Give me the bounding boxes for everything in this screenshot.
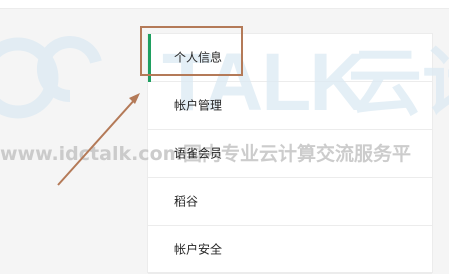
arrow-head-icon xyxy=(129,93,140,104)
menu-item-rice[interactable]: 稻谷 xyxy=(148,178,432,226)
annotation-arrow xyxy=(57,96,138,186)
settings-menu: 个人信息 帐户管理 语雀会员 稻谷 帐户安全 xyxy=(147,33,433,274)
menu-item-personal-info[interactable]: 个人信息 xyxy=(148,34,432,82)
menu-item-membership[interactable]: 语雀会员 xyxy=(148,130,432,178)
active-indicator xyxy=(148,34,151,82)
top-bar xyxy=(0,0,449,9)
menu-item-account-management[interactable]: 帐户管理 xyxy=(148,82,432,130)
menu-item-account-security[interactable]: 帐户安全 xyxy=(148,226,432,274)
